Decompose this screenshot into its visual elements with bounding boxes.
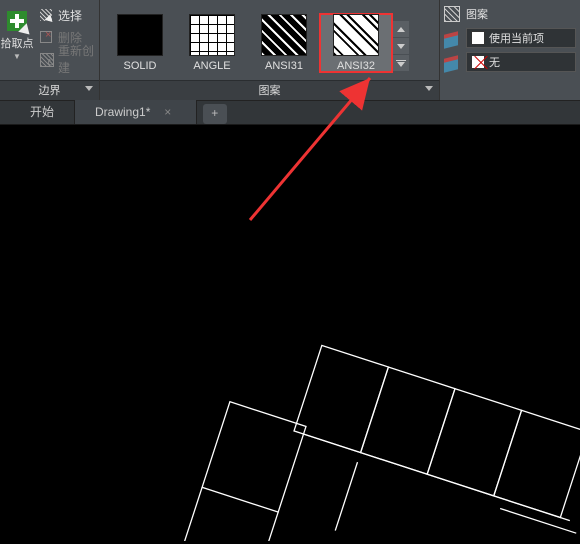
drawing-canvas[interactable]: [0, 125, 580, 541]
new-tab-button[interactable]: +: [203, 104, 227, 124]
pattern-solid[interactable]: SOLID: [104, 14, 176, 72]
close-icon[interactable]: ×: [160, 100, 176, 124]
select-button[interactable]: 选择: [34, 4, 99, 26]
pattern-swatch-ansi32: [333, 14, 379, 56]
chevron-down-icon: ▼: [13, 52, 21, 61]
pick-points-label: 拾取点: [1, 38, 34, 50]
bgcolor-combo-none[interactable]: 无: [466, 52, 576, 72]
pattern-ansi32[interactable]: ANSI32: [320, 14, 392, 72]
color-swatch-icon: [471, 31, 485, 45]
recreate-button: 重新创建: [34, 48, 99, 70]
gallery-expand[interactable]: [393, 55, 409, 71]
select-label: 选择: [58, 7, 82, 24]
pattern-swatch-ansi31: [261, 14, 307, 56]
remove-icon: [38, 29, 54, 45]
color-combo-current[interactable]: 使用当前项: [466, 28, 576, 48]
pattern-swatch-angle: [189, 14, 235, 56]
layer-icon: [442, 28, 462, 48]
chevron-down-icon: [85, 86, 93, 91]
select-icon: [38, 7, 54, 23]
recreate-icon: [38, 51, 54, 67]
gallery-scroll-down[interactable]: [393, 38, 409, 54]
pattern-ansi31[interactable]: ANSI31: [248, 14, 320, 72]
panel-title-pattern[interactable]: 图案: [100, 80, 439, 100]
none-swatch-icon: [471, 55, 485, 69]
pattern-type-label: 图案: [466, 6, 488, 22]
pattern-type-icon: [442, 4, 462, 24]
gallery-scroll-up[interactable]: [393, 21, 409, 37]
panel-title-boundary[interactable]: 边界: [0, 80, 99, 100]
tab-drawing1[interactable]: Drawing1* ×: [75, 100, 197, 124]
pick-points-button[interactable]: 拾取点 ▼: [0, 0, 34, 80]
pattern-swatch-solid: [117, 14, 163, 56]
pattern-angle[interactable]: ANGLE: [176, 14, 248, 72]
pick-points-icon: [2, 6, 32, 36]
layer-icon: [442, 52, 462, 72]
recreate-label: 重新创建: [58, 42, 99, 76]
chevron-down-icon: [425, 86, 433, 91]
tab-start[interactable]: 开始: [10, 100, 75, 124]
